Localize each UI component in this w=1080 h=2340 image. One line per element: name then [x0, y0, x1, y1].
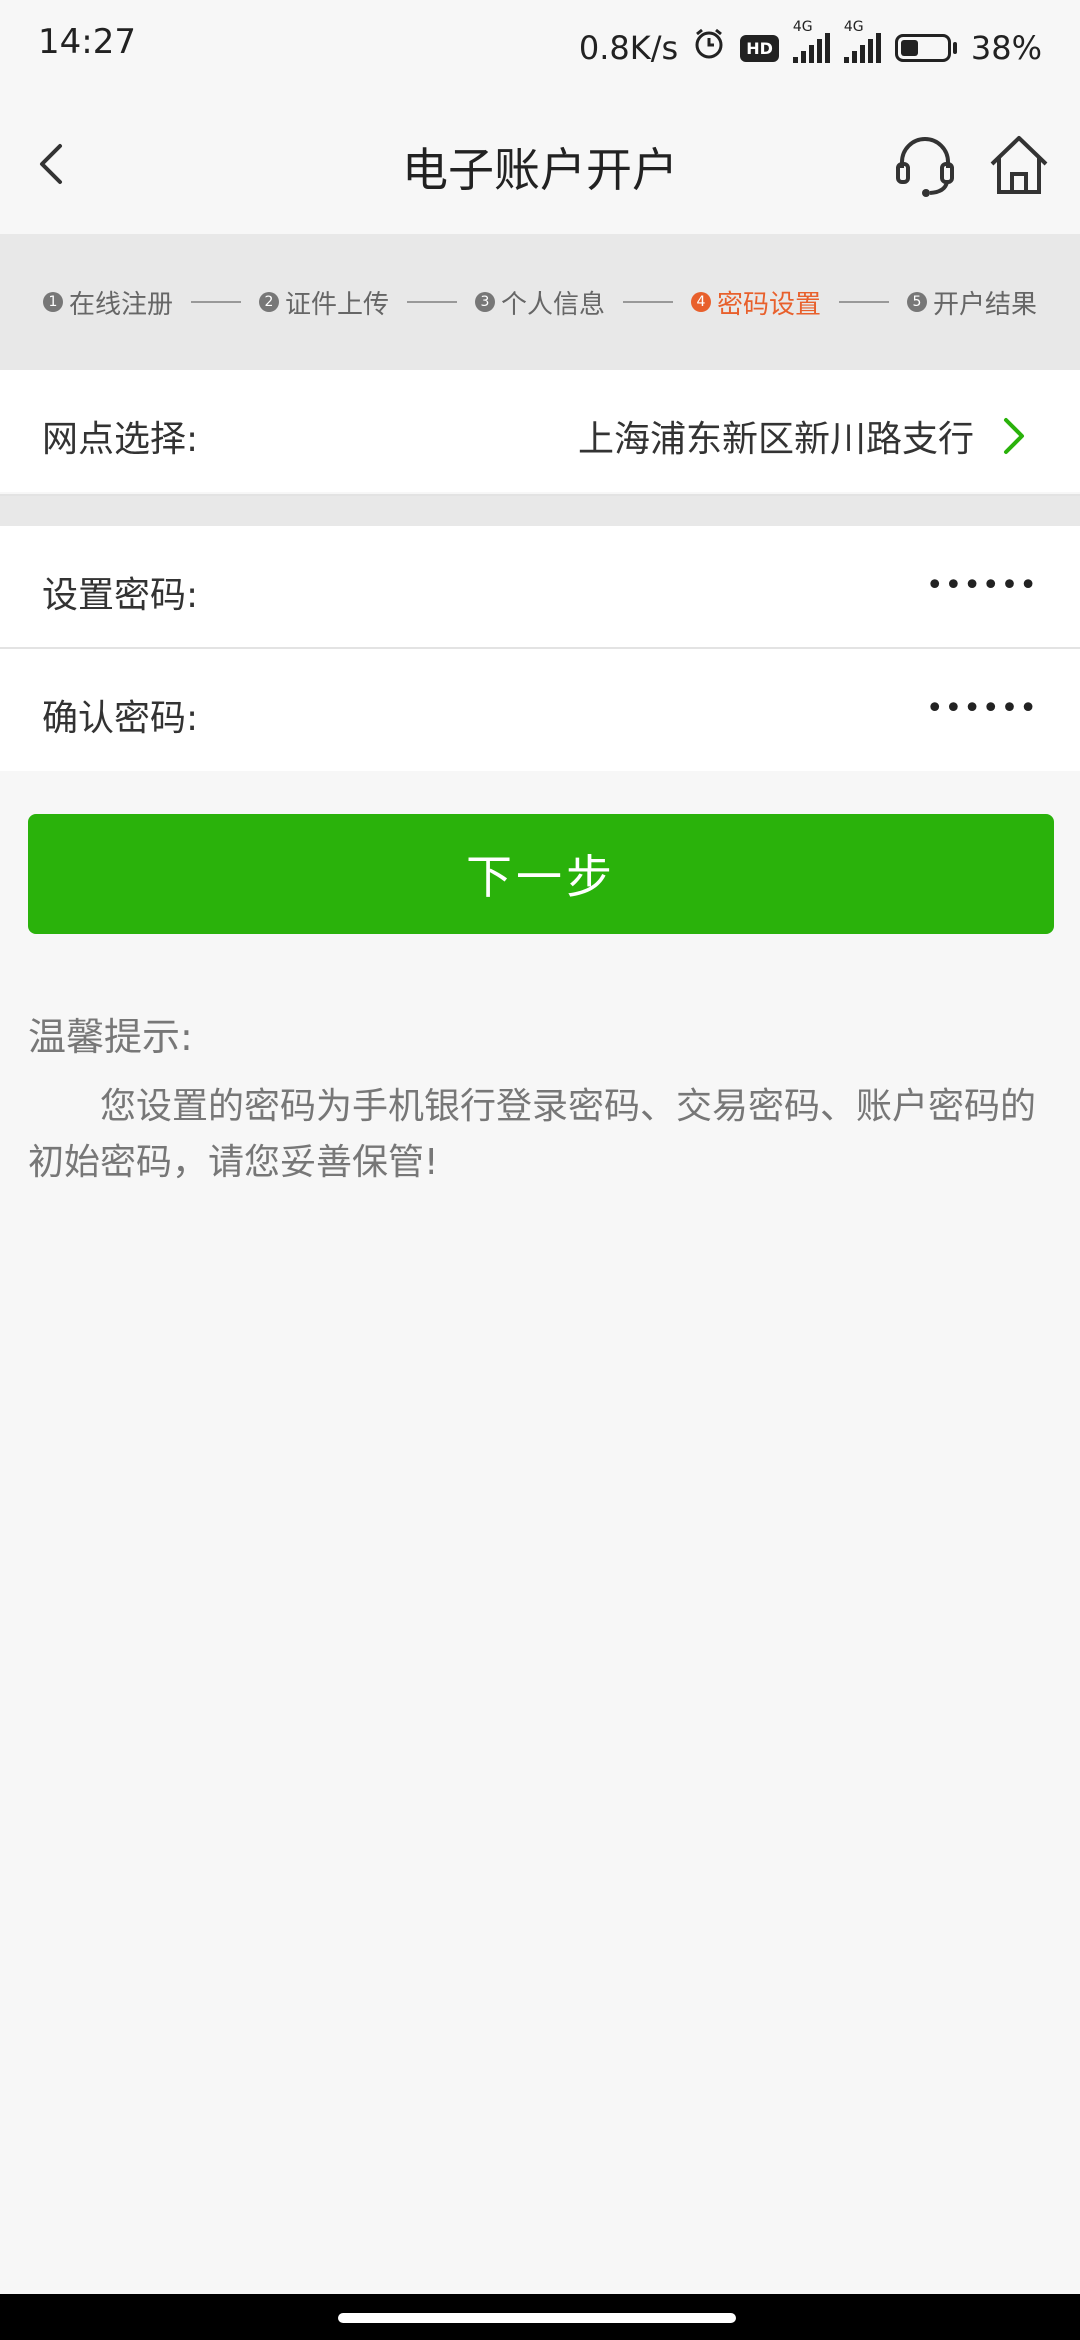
confirm-password-label: 确认密码:: [42, 698, 199, 739]
step-1: 1 在线注册: [42, 284, 173, 321]
step-connector: [839, 301, 890, 303]
nav-header: 电子账户开户: [0, 96, 1080, 234]
step-5: 5 开户结果: [907, 284, 1037, 321]
step-progress: 1 在线注册 2 证件上传 3 个人信息 4 密码设置 5 开户结果: [0, 234, 1080, 370]
page: 14:27 0.8K/s HD 4G 4G 38% 电子账户开户 1 在线注册 …: [0, 0, 1080, 2340]
hd-badge: HD: [740, 34, 779, 62]
confirm-password-field[interactable]: 确认密码: ••••••: [0, 649, 1080, 771]
step-label: 证件上传: [284, 289, 389, 320]
step-label: 在线注册: [68, 289, 173, 320]
set-password-field[interactable]: 设置密码: ••••••: [0, 526, 1080, 648]
step-connector: [623, 301, 673, 303]
tips-title: 温馨提示:: [28, 1015, 193, 1059]
customer-service-button[interactable]: [890, 130, 960, 200]
step-label: 开户结果: [933, 289, 1038, 320]
home-indicator[interactable]: [338, 2313, 736, 2323]
net-speed: 0.8K/s: [578, 29, 679, 67]
home-icon: [990, 136, 1048, 194]
step-2: 2 证件上传: [258, 284, 389, 321]
signal-icon: 4G: [792, 19, 830, 63]
home-button[interactable]: [984, 130, 1054, 200]
step-3: 3 个人信息: [474, 284, 605, 321]
status-time: 14:27: [38, 22, 136, 62]
step-connector: [190, 301, 241, 303]
branch-value: 上海浦东新区新川路支行: [577, 419, 974, 460]
set-password-label: 设置密码:: [42, 575, 199, 616]
status-bar: 14:27 0.8K/s HD 4G 4G 38%: [0, 0, 1080, 96]
tips-body: 您设置的密码为手机银行登录密码、交易密码、账户密码的初始密码，请您妥善保管!: [28, 1086, 1037, 1183]
tips-section: 温馨提示: 您设置的密码为手机银行登录密码、交易密码、账户密码的初始密码，请您妥…: [28, 1006, 1054, 1191]
section-gap: [0, 496, 1080, 526]
headset-icon: [896, 137, 954, 197]
status-icons: 0.8K/s HD 4G 4G 38%: [579, 18, 1042, 78]
battery-icon: [894, 34, 957, 62]
step-connector: [406, 301, 457, 303]
step-label: 个人信息: [500, 289, 605, 320]
battery-percent: 38%: [970, 29, 1042, 67]
chevron-right-icon: [1004, 418, 1024, 454]
alarm-icon: [692, 27, 726, 69]
next-step-button[interactable]: 下一步: [28, 814, 1054, 934]
set-password-value: ••••••: [925, 568, 1038, 603]
branch-select-row[interactable]: 网点选择: 上海浦东新区新川路支行: [0, 370, 1080, 492]
step-label: 密码设置: [717, 289, 822, 320]
step-4: 4 密码设置: [691, 284, 821, 321]
branch-label: 网点选择:: [42, 419, 199, 460]
confirm-password-value: ••••••: [925, 691, 1038, 726]
signal-icon-2: 4G: [843, 19, 881, 63]
